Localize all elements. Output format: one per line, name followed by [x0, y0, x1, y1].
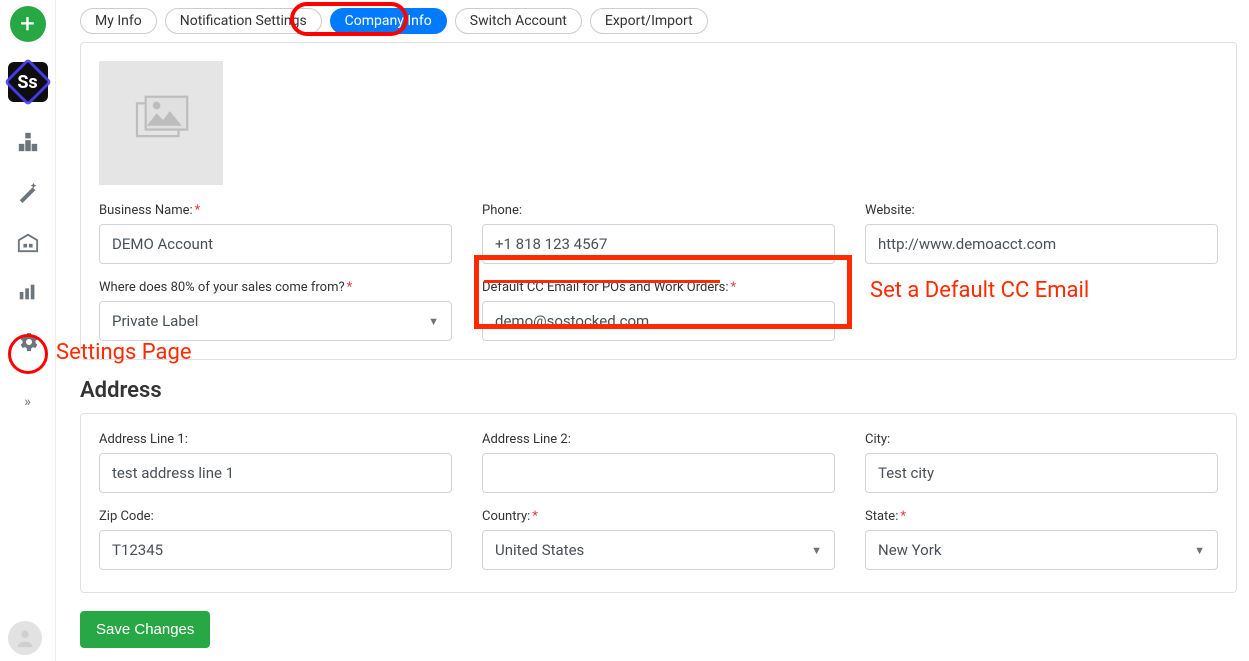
website-value: http://www.demoacct.com: [878, 235, 1056, 253]
avatar[interactable]: [8, 621, 42, 655]
address-line2-input[interactable]: [482, 453, 835, 493]
company-logo-placeholder[interactable]: [99, 61, 223, 185]
tab-switch-account[interactable]: Switch Account: [455, 8, 582, 34]
website-input[interactable]: http://www.demoacct.com: [865, 224, 1218, 264]
phone-value: +1 818 123 4567: [495, 235, 607, 253]
wand-icon[interactable]: [16, 180, 40, 204]
tab-my-info[interactable]: My Info: [80, 8, 157, 34]
state-label: State:*: [865, 509, 1218, 524]
business-name-label: Business Name:*: [99, 203, 452, 218]
tab-export-import[interactable]: Export/Import: [590, 8, 708, 34]
address-card: Address Line 1: test address line 1 Addr…: [80, 413, 1237, 593]
save-button[interactable]: Save Changes: [80, 611, 210, 648]
zip-label: Zip Code:: [99, 509, 452, 524]
inventory-icon[interactable]: [16, 130, 40, 154]
country-value: United States: [495, 541, 584, 559]
state-value: New York: [878, 541, 941, 559]
country-select[interactable]: United States ▼: [482, 530, 835, 570]
website-label: Website:: [865, 203, 1218, 218]
address-line2-label: Address Line 2:: [482, 432, 835, 447]
cc-email-input[interactable]: demo@sostocked.com: [482, 301, 835, 341]
business-name-input[interactable]: DEMO Account: [99, 224, 452, 264]
address-section: Address Address Line 1: test address lin…: [80, 378, 1237, 593]
tab-company-info[interactable]: Company Info: [330, 8, 447, 34]
app-logo[interactable]: Ss: [8, 62, 48, 102]
address-line1-input[interactable]: test address line 1: [99, 453, 452, 493]
app-logo-text: Ss: [17, 72, 37, 93]
city-input[interactable]: Test city: [865, 453, 1218, 493]
company-info-card: Business Name:* DEMO Account Phone: +1 8…: [80, 42, 1237, 360]
caret-down-icon: ▼: [428, 315, 439, 328]
phone-label: Phone:: [482, 203, 835, 218]
sidebar: + Ss »: [0, 0, 56, 661]
main: My Info Notification Settings Company In…: [56, 0, 1249, 661]
warehouse-icon[interactable]: [16, 230, 40, 254]
sidebar-expand-icon[interactable]: »: [24, 394, 31, 410]
zip-value: T12345: [112, 541, 163, 559]
address-line1-label: Address Line 1:: [99, 432, 452, 447]
country-label: Country:*: [482, 509, 835, 524]
chart-icon[interactable]: [16, 280, 40, 304]
city-value: Test city: [878, 464, 934, 482]
tab-notification-settings[interactable]: Notification Settings: [165, 8, 322, 34]
cc-email-label: Default CC Email for POs and Work Orders…: [482, 280, 835, 295]
state-select[interactable]: New York ▼: [865, 530, 1218, 570]
annotation-settings-label: Settings Page: [56, 340, 192, 365]
sales-source-value: Private Label: [112, 312, 198, 330]
phone-input[interactable]: +1 818 123 4567: [482, 224, 835, 264]
business-name-value: DEMO Account: [112, 235, 213, 253]
address-line1-value: test address line 1: [112, 464, 234, 482]
caret-down-icon: ▼: [1194, 544, 1205, 557]
sales-source-label: Where does 80% of your sales come from?*: [99, 280, 452, 295]
gear-icon[interactable]: [16, 330, 40, 354]
caret-down-icon: ▼: [811, 544, 822, 557]
nav-icons: [16, 130, 40, 354]
cc-email-value: demo@sostocked.com: [495, 312, 649, 330]
zip-input[interactable]: T12345: [99, 530, 452, 570]
city-label: City:: [865, 432, 1218, 447]
address-heading: Address: [80, 378, 1237, 403]
add-button[interactable]: +: [10, 6, 46, 42]
tabs: My Info Notification Settings Company In…: [80, 0, 1237, 42]
sales-source-select[interactable]: Private Label ▼: [99, 301, 452, 341]
annotation-ccemail-label: Set a Default CC Email: [870, 278, 1089, 303]
